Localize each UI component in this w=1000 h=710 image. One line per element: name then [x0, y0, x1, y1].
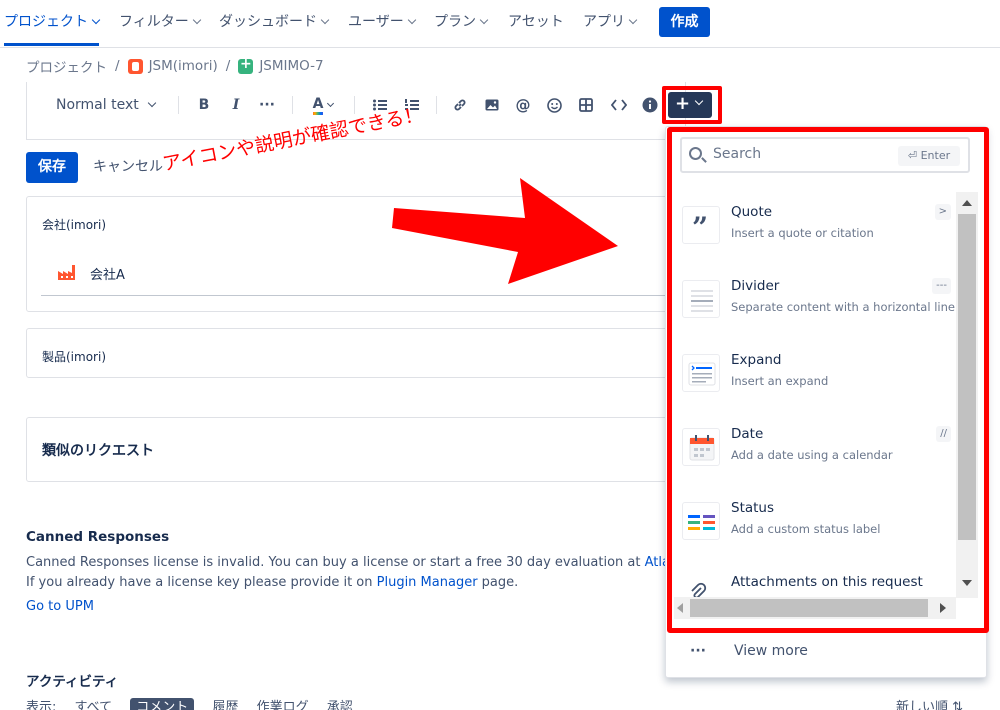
activity-filter-history[interactable]: 履歴: [212, 700, 238, 710]
issue-type-icon: [238, 56, 254, 74]
chevron-down-icon: [147, 98, 156, 108]
cancel-button[interactable]: キャンセル: [93, 152, 163, 183]
chevron-down-icon: [192, 15, 201, 25]
table-icon: [579, 98, 593, 112]
text-style-dropdown[interactable]: Normal text: [56, 94, 156, 116]
go-to-upm-link[interactable]: Go to UPM: [26, 599, 94, 614]
annotation-arrow-icon: [392, 178, 618, 284]
breadcrumb-separator: /: [225, 58, 231, 74]
text-color-button[interactable]: A: [308, 94, 338, 116]
nav-apps[interactable]: アプリ: [583, 0, 638, 46]
nav-users[interactable]: ユーザー: [348, 0, 416, 46]
chevron-down-icon: [628, 15, 638, 25]
mention-button[interactable]: @: [514, 94, 532, 116]
canned-responses-title: Canned Responses: [26, 529, 170, 545]
nav-filters-label: フィルター: [119, 14, 189, 30]
factory-icon: [58, 265, 75, 280]
company-value: 会社A: [90, 268, 125, 283]
canned-license-key-message: If you already have a license key please…: [26, 575, 518, 590]
code-icon: [611, 99, 627, 111]
chevron-down-icon: [407, 15, 416, 25]
project-avatar-icon: [127, 58, 143, 74]
view-more-label: View more: [733, 643, 808, 659]
breadcrumb: プロジェクト / JSM(imori) / JSMIMO-7: [26, 56, 324, 77]
breadcrumb-projects[interactable]: プロジェクト: [26, 56, 107, 76]
canned-license-key-suffix: page.: [477, 575, 519, 590]
image-button[interactable]: [484, 94, 500, 116]
emoji-button[interactable]: [546, 94, 562, 116]
info-panel-button[interactable]: [642, 94, 658, 116]
toolbar-divider: [436, 96, 437, 114]
activity-filter-comments[interactable]: コメント: [130, 698, 195, 710]
top-navigation: プロジェクト フィルター ダッシュボード ユーザー プラン アセット アプリ 作…: [0, 0, 1000, 48]
canned-license-text: Canned Responses license is invalid. You…: [26, 555, 645, 570]
table-button[interactable]: [578, 94, 594, 116]
nav-plans[interactable]: プラン: [434, 0, 489, 46]
company-field-label: 会社(imori): [42, 218, 106, 232]
breadcrumb-project[interactable]: JSM(imori): [149, 58, 218, 74]
nav-plans-label: プラン: [434, 14, 476, 30]
breadcrumb-separator: /: [115, 58, 120, 74]
more-formatting-button[interactable]: ···: [258, 94, 276, 116]
annotation-highlight-box: [667, 127, 989, 633]
nav-dashboards-label: ダッシュボード: [219, 14, 317, 30]
nav-projects-label: プロジェクト: [4, 14, 88, 30]
canned-license-message: Canned Responses license is invalid. You…: [26, 555, 719, 570]
activity-sort-toggle[interactable]: 新しい順 ⇅: [896, 696, 963, 710]
info-icon: [642, 97, 658, 113]
bold-button[interactable]: B: [196, 94, 212, 116]
annotation-highlight-box: [662, 86, 722, 124]
nav-assets[interactable]: アセット: [508, 0, 564, 46]
similar-requests-title: 類似のリクエスト: [42, 443, 154, 459]
activity-filter-all[interactable]: すべて: [75, 700, 113, 710]
nav-projects[interactable]: プロジェクト: [4, 0, 101, 46]
nav-assets-label: アセット: [508, 14, 564, 30]
product-field-label: 製品(imori): [42, 350, 106, 364]
nav-apps-label: アプリ: [583, 14, 625, 30]
save-button[interactable]: 保存: [26, 152, 78, 183]
product-field-card[interactable]: [26, 328, 686, 378]
activity-show-label: 表示:: [26, 700, 57, 710]
code-button[interactable]: [610, 94, 628, 116]
chevron-down-icon: [479, 15, 489, 25]
emoji-icon: [546, 97, 562, 113]
text-color-label: A: [312, 95, 324, 115]
chevron-down-icon: [320, 15, 330, 25]
chevron-down-icon: [91, 15, 101, 25]
activity-filter-worklog[interactable]: 作業ログ: [257, 700, 309, 710]
activity-title: アクティビティ: [26, 674, 119, 690]
italic-button[interactable]: I: [228, 94, 244, 116]
plugin-manager-link[interactable]: Plugin Manager: [377, 575, 478, 590]
view-more-button[interactable]: ··· View more: [690, 643, 808, 659]
at-icon: @: [515, 96, 531, 114]
nav-dashboards[interactable]: ダッシュボード: [219, 0, 330, 46]
create-button[interactable]: 作成: [659, 7, 710, 37]
text-style-label: Normal text: [56, 97, 139, 113]
nav-users-label: ユーザー: [348, 14, 404, 30]
toolbar-divider: [178, 96, 179, 114]
more-dots-icon: ···: [690, 643, 706, 659]
toolbar-divider: [292, 96, 293, 114]
activity-filter-row: 表示: すべて コメント 履歴 作業ログ 承認: [26, 696, 367, 710]
link-icon: [454, 99, 466, 111]
canned-license-key-text: If you already have a license key please…: [26, 575, 377, 590]
activity-filter-approvals[interactable]: 承認: [327, 700, 353, 710]
breadcrumb-issue[interactable]: JSMIMO-7: [259, 58, 323, 74]
link-button[interactable]: [452, 94, 468, 116]
chevron-down-icon: [327, 99, 335, 107]
nav-filters[interactable]: フィルター: [119, 0, 201, 46]
image-icon: [485, 99, 499, 111]
